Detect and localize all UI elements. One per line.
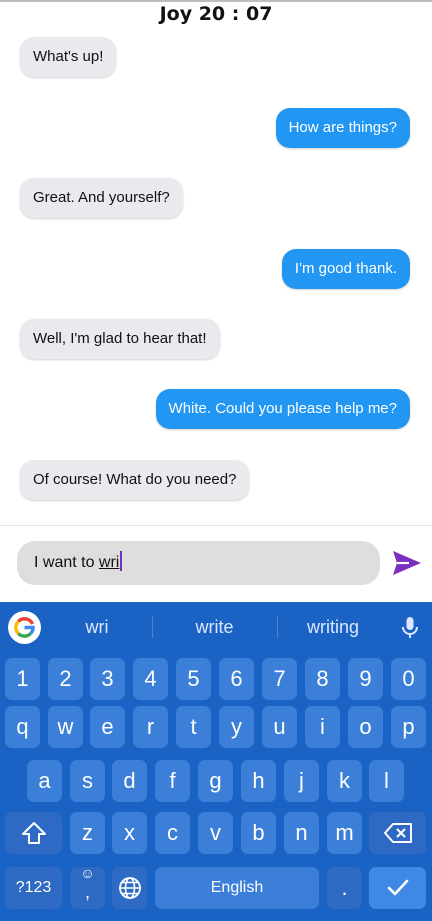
key-e[interactable]: e: [90, 706, 125, 748]
incoming-message: Great. And yourself?: [20, 178, 183, 218]
key-a[interactable]: a: [27, 760, 62, 802]
key-s[interactable]: s: [70, 760, 105, 802]
key-0[interactable]: 0: [391, 658, 426, 700]
incoming-message: Of course! What do you need?: [20, 460, 250, 500]
incoming-message: What's up!: [20, 37, 117, 77]
suggestion-3[interactable]: writing: [287, 602, 379, 652]
key-2[interactable]: 2: [48, 658, 83, 700]
key-o[interactable]: o: [348, 706, 383, 748]
key-d[interactable]: d: [112, 760, 147, 802]
symbols-key[interactable]: ?123: [5, 867, 62, 909]
google-logo-icon[interactable]: [8, 611, 41, 644]
key-v[interactable]: v: [198, 812, 233, 854]
globe-icon: [118, 877, 141, 899]
key-u[interactable]: u: [262, 706, 297, 748]
text-cursor: [120, 551, 123, 571]
key-h[interactable]: h: [241, 760, 276, 802]
key-j[interactable]: j: [284, 760, 319, 802]
suggestion-divider: [152, 616, 153, 638]
key-r[interactable]: r: [133, 706, 168, 748]
key-x[interactable]: x: [112, 812, 147, 854]
emoji-comma-key[interactable]: ☺ ,: [70, 865, 105, 909]
key-i[interactable]: i: [305, 706, 340, 748]
incoming-message: Well, I'm glad to hear that!: [20, 319, 220, 359]
key-z[interactable]: z: [70, 812, 105, 854]
checkmark-icon: [387, 879, 408, 896]
suggestion-bar: wri write writing: [0, 602, 432, 652]
backspace-key[interactable]: [369, 812, 426, 854]
key-g[interactable]: g: [198, 760, 233, 802]
composer-divider: [0, 525, 432, 526]
key-m[interactable]: m: [327, 812, 362, 854]
key-4[interactable]: 4: [133, 658, 168, 700]
key-q[interactable]: q: [5, 706, 40, 748]
chat-screen: Joy 20 : 07 What's up! How are things? G…: [0, 0, 432, 921]
key-y[interactable]: y: [219, 706, 254, 748]
key-n[interactable]: n: [284, 812, 319, 854]
key-1[interactable]: 1: [5, 658, 40, 700]
shift-icon: [21, 822, 46, 844]
key-f[interactable]: f: [155, 760, 190, 802]
suggestion-2[interactable]: write: [162, 602, 267, 652]
backspace-icon: [383, 823, 412, 843]
key-t[interactable]: t: [176, 706, 211, 748]
send-button[interactable]: [391, 547, 423, 579]
send-icon: [393, 551, 421, 575]
key-b[interactable]: b: [241, 812, 276, 854]
key-3[interactable]: 3: [90, 658, 125, 700]
outgoing-message: I'm good thank.: [281, 249, 410, 289]
key-p[interactable]: p: [391, 706, 426, 748]
enter-key[interactable]: [369, 867, 426, 909]
key-l[interactable]: l: [369, 760, 404, 802]
message-input[interactable]: I want to wri: [17, 541, 380, 585]
comma-label: ,: [84, 882, 90, 902]
key-5[interactable]: 5: [176, 658, 211, 700]
key-w[interactable]: w: [48, 706, 83, 748]
outgoing-message: How are things?: [275, 108, 410, 148]
typed-text: I want to: [34, 554, 99, 571]
suggestion-1[interactable]: wri: [52, 602, 142, 652]
message-input-text[interactable]: I want to wri: [34, 541, 123, 585]
composing-text: wri: [98, 554, 120, 571]
keyboard: wri write writing 1 2 3 4 5 6 7 8 9 0 q …: [0, 602, 432, 921]
space-bar[interactable]: English: [155, 867, 319, 909]
microphone-icon[interactable]: [400, 616, 420, 640]
outgoing-message: White. Could you please help me?: [155, 389, 410, 429]
period-key[interactable]: .: [327, 867, 362, 909]
key-8[interactable]: 8: [305, 658, 340, 700]
key-9[interactable]: 9: [348, 658, 383, 700]
suggestion-divider: [277, 616, 278, 638]
shift-key[interactable]: [5, 812, 62, 854]
key-6[interactable]: 6: [219, 658, 254, 700]
chat-title: Joy 20 : 07: [159, 3, 273, 25]
key-7[interactable]: 7: [262, 658, 297, 700]
key-k[interactable]: k: [327, 760, 362, 802]
key-c[interactable]: c: [155, 812, 190, 854]
language-key[interactable]: [112, 867, 147, 909]
